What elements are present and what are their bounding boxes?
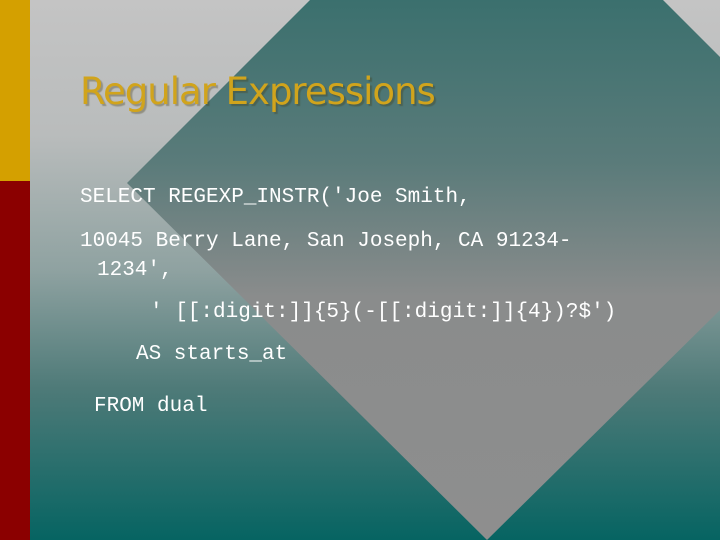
slide: Regular Expressions SELECT REGEXP_INSTR(…	[0, 0, 720, 540]
code-line: 1234',	[97, 259, 173, 282]
code-line: 10045 Berry Lane, San Joseph, CA 91234-	[80, 230, 572, 253]
accent-bar-gold	[0, 0, 30, 181]
code-line: AS starts_at	[136, 343, 288, 366]
code-line: FROM dual	[94, 395, 208, 418]
slide-title: Regular Expressions	[80, 70, 436, 113]
code-line: ' [[:digit:]]{5}(-[[:digit:]]{4})?$')	[150, 301, 617, 324]
code-line: SELECT REGEXP_INSTR('Joe Smith,	[80, 186, 471, 209]
accent-bar-red	[0, 181, 30, 540]
